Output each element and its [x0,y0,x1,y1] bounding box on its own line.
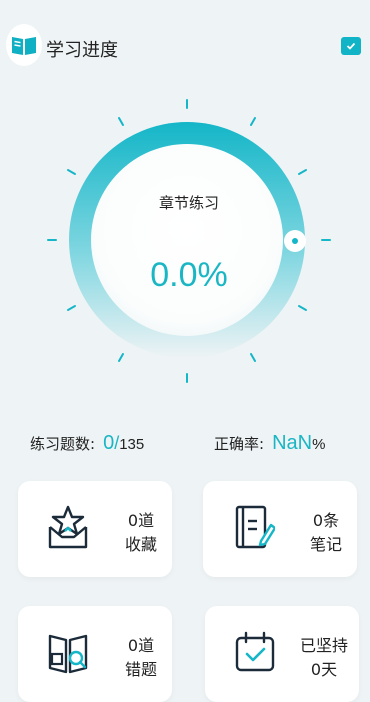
mistakes-label: 错题 [124,660,157,679]
accuracy-label: 正确率: [214,435,265,453]
favorites-label: 收藏 [124,535,157,554]
accuracy: 正确率: NaN % [214,432,325,455]
notes-text: 0条 笔记 [291,509,361,557]
accuracy-unit: % [312,436,326,453]
star-inbox-icon [48,505,88,549]
calendar-check-icon [346,42,356,50]
practice-done: 0 [103,432,115,454]
practice-label: 练习题数: [30,435,96,453]
practice-count: 练习题数: 0 / 135 [30,432,144,455]
calendar-check-icon [235,631,275,672]
notes-label: 笔记 [309,535,342,554]
notes-card[interactable]: 0条 笔记 [203,481,357,577]
open-book-icon [12,37,36,55]
calendar-button[interactable] [341,37,361,55]
logo [6,24,42,66]
streak-card[interactable]: 已坚持 0天 [205,606,359,702]
stats-row: 练习题数: 0 / 135 正确率: NaN % [0,432,370,460]
streak-count: 已坚持 [299,636,348,655]
mistakes-text: 0道 错题 [106,634,176,682]
favorites-count: 0道 [127,511,155,530]
mistakes-card[interactable]: 0道 错题 [18,606,172,702]
progress-ring [47,99,331,383]
page-title: 学习进度 [46,40,118,61]
progress-percent: 0.0% [150,256,228,294]
streak-label: 0天 [310,660,338,679]
header: 学习进度 [0,0,370,92]
progress-dial: 章节练习 0.0% [46,96,332,386]
practice-total: 135 [119,436,145,453]
notes-count: 0条 [312,511,340,530]
dial-label: 章节练习 [158,194,219,212]
progress-knob[interactable] [284,230,306,252]
favorites-text: 0道 收藏 [106,509,176,557]
book-magnifier-icon [48,634,88,674]
notebook-pen-icon [235,505,275,549]
streak-text: 已坚持 0天 [289,634,359,682]
accuracy-value: NaN [272,432,313,454]
favorites-card[interactable]: 0道 收藏 [18,481,172,577]
mistakes-count: 0道 [127,636,155,655]
ring-inner [91,144,283,336]
